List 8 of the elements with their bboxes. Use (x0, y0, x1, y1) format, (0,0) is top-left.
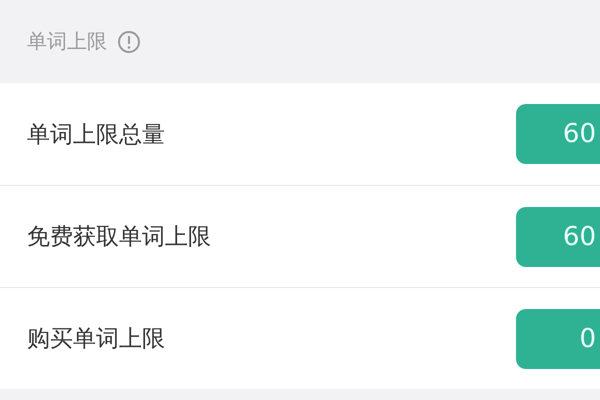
info-icon[interactable] (117, 30, 141, 54)
row-label: 单词上限总量 (27, 120, 165, 150)
value-badge: 0 (516, 308, 600, 368)
value-badge: 60 (516, 206, 600, 266)
section-title: 单词上限 (27, 28, 107, 55)
row-label: 购买单词上限 (27, 325, 165, 354)
value-badge: 60 (516, 104, 600, 164)
row-label: 免费获取单词上限 (27, 223, 211, 252)
